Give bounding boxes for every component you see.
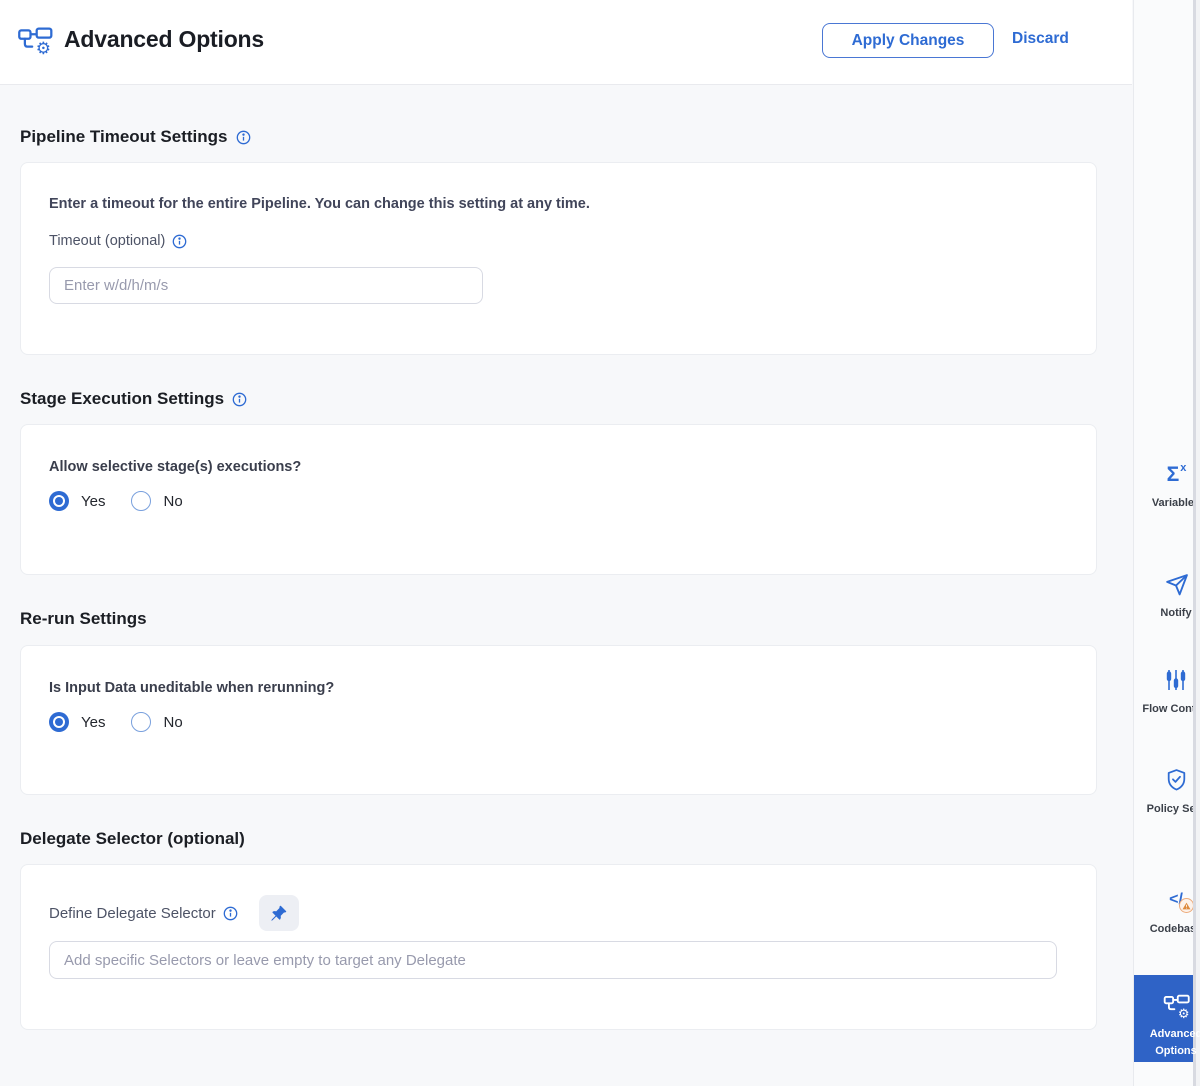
radio-yes-label[interactable]: Yes (81, 714, 105, 731)
page-edge-strip (1196, 0, 1200, 1086)
rail-item-label: Advanced Options (1134, 1026, 1200, 1060)
rail-item-label: Policy Sets (1147, 801, 1200, 818)
info-icon[interactable] (172, 234, 187, 249)
rail-item-policy-sets[interactable]: Policy Sets (1134, 766, 1200, 818)
header: ⚙ Advanced Options Apply Changes Discard (0, 0, 1132, 85)
advanced-options-flow-gear-icon: ⚙ (1163, 991, 1190, 1019)
radio-no[interactable] (131, 712, 151, 732)
page-title: Advanced Options (64, 26, 264, 53)
stage-execution-heading-text: Stage Execution Settings (20, 389, 224, 409)
timeout-field-label-text: Timeout (optional) (49, 233, 165, 249)
variables-sigma-icon: Σx (1167, 460, 1186, 488)
rail-item-codebase[interactable]: </ Codebase (1134, 886, 1200, 938)
discard-link[interactable]: Discard (1012, 30, 1069, 48)
info-icon[interactable] (232, 392, 247, 407)
rail-item-advanced-options[interactable]: ⚙ Advanced Options (1134, 991, 1200, 1060)
rerun-question: Is Input Data uneditable when rerunning? (49, 680, 334, 696)
right-rail: Σx Variables Notify Flow Control (1133, 0, 1194, 1086)
radio-yes[interactable] (49, 712, 69, 732)
stage-execution-question: Allow selective stage(s) executions? (49, 459, 301, 475)
info-icon[interactable] (223, 906, 238, 921)
radio-no-label[interactable]: No (163, 714, 182, 731)
stage-execution-heading: Stage Execution Settings (20, 389, 247, 409)
timeout-input[interactable] (49, 267, 483, 304)
delegate-selector-heading: Delegate Selector (optional) (20, 829, 245, 849)
rail-item-flow-control[interactable]: Flow Control (1134, 666, 1200, 718)
rail-item-label: Notify (1160, 605, 1191, 622)
rail-item-variables[interactable]: Σx Variables (1134, 460, 1200, 512)
radio-yes[interactable] (49, 491, 69, 511)
rerun-heading: Re-run Settings (20, 609, 147, 629)
rail-item-label: Flow Control (1142, 701, 1200, 718)
flow-control-sliders-icon (1164, 666, 1188, 694)
timeout-field-label: Timeout (optional) (49, 233, 187, 249)
pipeline-timeout-heading-text: Pipeline Timeout Settings (20, 127, 228, 147)
rerun-heading-text: Re-run Settings (20, 609, 147, 629)
advanced-options-flow-gear-icon: ⚙ (17, 25, 53, 57)
radio-no[interactable] (131, 491, 151, 511)
delegate-selector-input[interactable] (49, 941, 1057, 979)
delegate-field-label: Define Delegate Selector (49, 905, 216, 922)
codebase-code-warning-icon: </ (1169, 886, 1183, 914)
pipeline-timeout-card: Enter a timeout for the entire Pipeline.… (20, 162, 1097, 355)
rerun-card: Is Input Data uneditable when rerunning?… (20, 645, 1097, 795)
notify-send-icon (1164, 570, 1189, 598)
warning-triangle-icon (1179, 898, 1194, 913)
radio-yes-label[interactable]: Yes (81, 493, 105, 510)
rerun-radio-group: Yes No (49, 712, 209, 732)
stage-execution-radio-group: Yes No (49, 491, 209, 511)
pin-runtime-input-button[interactable] (259, 895, 299, 931)
pipeline-timeout-heading: Pipeline Timeout Settings (20, 127, 251, 147)
apply-changes-button[interactable]: Apply Changes (822, 23, 994, 58)
timeout-description: Enter a timeout for the entire Pipeline.… (49, 196, 590, 212)
delegate-field-label-text: Define Delegate Selector (49, 905, 216, 922)
pin-icon (270, 905, 287, 922)
stage-execution-card: Allow selective stage(s) executions? Yes… (20, 424, 1097, 575)
radio-no-label[interactable]: No (163, 493, 182, 510)
info-icon[interactable] (236, 130, 251, 145)
delegate-selector-card: Define Delegate Selector (20, 864, 1097, 1030)
policy-sets-shield-icon (1164, 766, 1189, 794)
rail-item-notify[interactable]: Notify (1134, 570, 1200, 622)
delegate-selector-heading-text: Delegate Selector (optional) (20, 829, 245, 849)
